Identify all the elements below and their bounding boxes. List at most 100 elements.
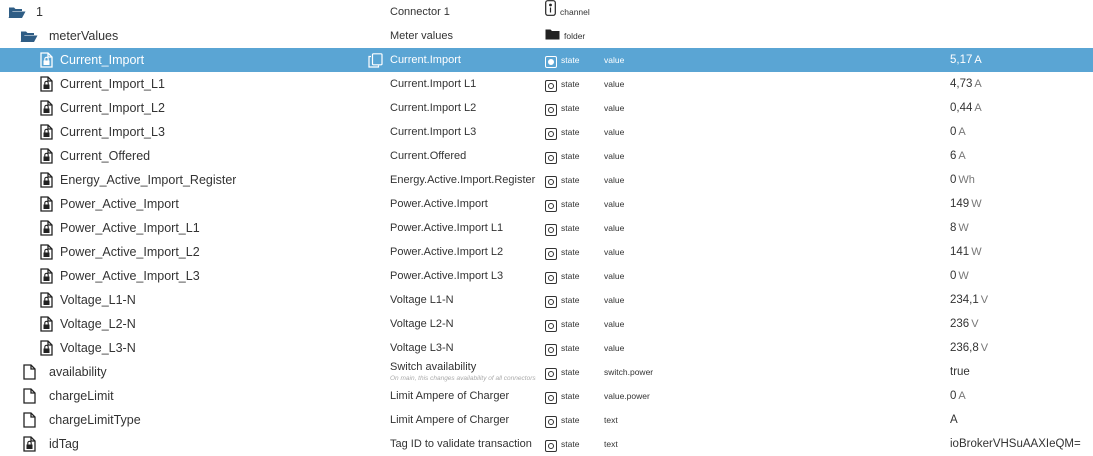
object-role: switch.power [604, 367, 654, 377]
state-icon [545, 313, 557, 336]
object-description: Voltage L2-N [390, 312, 538, 336]
tree-row[interactable]: idTag Tag ID to validate transaction state… [0, 432, 1093, 456]
channel-icon [545, 0, 556, 24]
type-label: state [561, 319, 580, 329]
object-type: state [545, 408, 600, 432]
object-id: Power_Active_Import [60, 197, 179, 211]
object-role: value [604, 271, 625, 281]
state-value[interactable]: 5,17 A [950, 48, 1093, 72]
state-value[interactable]: ioBrokerVHSuAAXIeQM= [950, 432, 1093, 456]
value-text: 8 [950, 222, 957, 234]
value-text: 0 [950, 126, 957, 138]
tree-row[interactable]: Power_Active_Import_L1 Power.Active.Impor… [0, 216, 1093, 240]
value-text: 141 [950, 246, 970, 258]
object-description: Current.Import L1 [390, 72, 538, 96]
tree-row[interactable]: chargeLimit Limit Ampere of Charger state v… [0, 384, 1093, 408]
object-role: text [604, 415, 618, 425]
object-role: value [604, 247, 625, 257]
object-description: Switch availability On main, this changes… [390, 360, 538, 384]
object-description: Meter values [390, 24, 538, 48]
tree-row[interactable]: Power_Active_Import_L2 Power.Active.Impor… [0, 240, 1093, 264]
tree-row[interactable]: chargeLimitType Limit Ampere of Charger st… [0, 408, 1093, 432]
locked-file-icon [37, 339, 55, 357]
tree-row[interactable]: Current_Import_L2 Current.Import L2 state v… [0, 96, 1093, 120]
value-text: 236,8 [950, 342, 979, 354]
description-text: Voltage L1-N [390, 294, 454, 306]
object-type: state [545, 48, 600, 72]
object-description: Power.Active.Import L3 [390, 264, 538, 288]
state-value[interactable]: 0 Wh [950, 168, 1093, 192]
state-value[interactable]: true [950, 360, 1093, 384]
state-value[interactable]: 0W [950, 264, 1093, 288]
tree-row[interactable]: Power_Active_Import Power.Active.Import st… [0, 192, 1093, 216]
state-value[interactable]: 8W [950, 216, 1093, 240]
locked-file-icon [37, 147, 55, 165]
state-value[interactable]: 149 W [950, 192, 1093, 216]
tree-row[interactable]: Current_Import_L3 Current.Import L3 state v… [0, 120, 1093, 144]
state-value[interactable]: A [950, 408, 1093, 432]
state-value[interactable]: 0A [950, 120, 1093, 144]
tree-row[interactable]: meterValues Meter values folder [0, 24, 1093, 48]
value-unit: V [980, 294, 989, 306]
state-value[interactable] [950, 24, 1093, 48]
object-description: Limit Ampere of Charger [390, 408, 538, 432]
value-unit: A [974, 54, 982, 66]
tree-row[interactable]: 1 Connector 1 channel [0, 0, 1093, 24]
state-value[interactable]: 4,73 A [950, 72, 1093, 96]
state-value[interactable]: 141 W [950, 240, 1093, 264]
state-value[interactable] [950, 0, 1093, 24]
state-icon [545, 265, 557, 288]
description-text: Power.Active.Import L3 [390, 270, 504, 282]
state-value[interactable]: 236 V [950, 312, 1093, 336]
tree-row[interactable]: Current_Offered Current.Offered state value… [0, 144, 1093, 168]
state-icon [545, 241, 557, 264]
copy-icon[interactable] [368, 52, 384, 68]
folder-open-icon[interactable] [20, 27, 38, 45]
locked-file-icon [37, 219, 55, 237]
folder-icon [545, 25, 560, 48]
description-text: Voltage L3-N [390, 342, 454, 354]
description-text: Power.Active.Import [390, 198, 488, 210]
state-icon [545, 73, 557, 96]
object-tree: 1 Connector 1 channel meterValues Meter valu… [0, 0, 1093, 456]
state-value[interactable]: 234,1 V [950, 288, 1093, 312]
tree-row[interactable]: Current_Import Current.Import state value 5,… [0, 48, 1093, 72]
object-id: Voltage_L1-N [60, 293, 136, 307]
tree-row[interactable]: Voltage_L3-N Voltage L3-N state value 236,8 V [0, 336, 1093, 360]
object-role: text [604, 439, 618, 449]
tree-row[interactable]: Power_Active_Import_L3 Power.Active.Impor… [0, 264, 1093, 288]
type-label: state [561, 247, 580, 257]
state-value[interactable]: 236,8 V [950, 336, 1093, 360]
state-value[interactable]: 0,44 A [950, 96, 1093, 120]
type-label: state [561, 415, 580, 425]
value-unit: A [974, 102, 982, 114]
tree-row[interactable]: availability Switch availability On main, … [0, 360, 1093, 384]
tree-row[interactable]: Current_Import_L1 Current.Import L1 state v… [0, 72, 1093, 96]
value-text: true [950, 366, 970, 378]
state-icon [545, 361, 557, 384]
value-unit: Wh [958, 174, 975, 186]
tree-row[interactable]: Voltage_L2-N Voltage L2-N state value 236 V [0, 312, 1093, 336]
state-icon [545, 289, 557, 312]
object-type: state [545, 288, 600, 312]
file-icon [20, 387, 38, 405]
object-role: value [604, 127, 625, 137]
state-icon [545, 169, 557, 192]
object-type: state [545, 336, 600, 360]
folder-open-icon[interactable] [8, 3, 26, 21]
type-label: state [561, 151, 580, 161]
object-id: Power_Active_Import_L2 [60, 245, 200, 259]
description-text: Power.Active.Import L1 [390, 222, 504, 234]
type-label: channel [560, 7, 590, 17]
state-value[interactable]: 0A [950, 384, 1093, 408]
tree-row[interactable]: Energy_Active_Import_Register Energy.Acti… [0, 168, 1093, 192]
value-unit: A [958, 150, 966, 162]
value-unit: V [980, 342, 989, 354]
state-value[interactable]: 6A [950, 144, 1093, 168]
object-description: Current.Offered [390, 144, 538, 168]
object-type: state [545, 240, 600, 264]
tree-row[interactable]: Voltage_L1-N Voltage L1-N state value 234,1 V [0, 288, 1093, 312]
object-role [604, 0, 724, 24]
description-text: Current.Import L3 [390, 126, 477, 138]
value-text: 0 [950, 270, 957, 282]
